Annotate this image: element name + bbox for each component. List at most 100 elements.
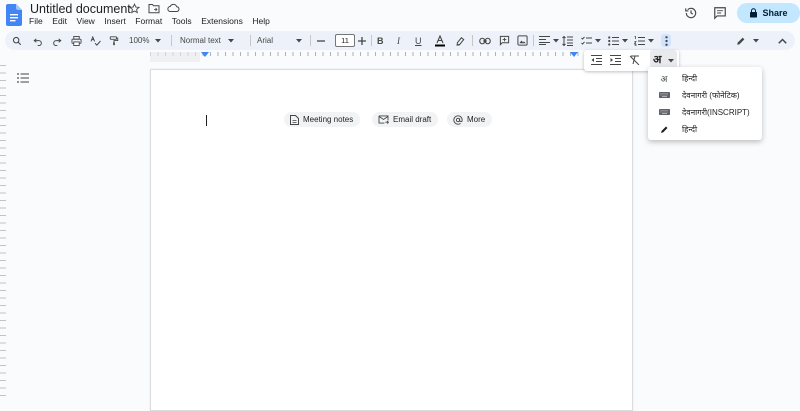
menu-extensions[interactable]: Extensions [201,16,243,26]
input-tool-label: देवनागरी(INSCRIPT) [682,107,750,117]
keyboard-icon [654,109,674,115]
editing-mode-select[interactable] [736,34,759,47]
version-history-icon[interactable] [684,6,698,20]
redo-icon[interactable] [52,34,62,47]
horizontal-ruler[interactable] [150,52,631,62]
checklist-select[interactable] [581,34,601,47]
search-menus-icon[interactable] [12,34,22,47]
chevron-down-icon [553,38,559,43]
clear-formatting-icon[interactable] [629,55,640,65]
left-indent-marker[interactable] [201,52,209,57]
font-size-input[interactable]: 11 [335,34,355,47]
bulleted-list-select[interactable] [608,34,628,47]
docs-logo-icon[interactable] [6,4,22,26]
app-header: Untitled document File Edit View Insert … [0,0,800,30]
insert-image-icon[interactable] [517,34,528,47]
chevron-down-icon [753,38,759,43]
main-toolbar: 100% Normal text Arial 11 B I U [5,31,795,50]
pencil-icon [654,125,674,134]
toolbar-divider [171,35,172,46]
insert-link-icon[interactable] [479,34,491,47]
chevron-down-icon [595,38,601,43]
checklist-icon [581,36,592,46]
chip-meeting-notes[interactable]: Meeting notes [284,112,361,127]
input-tools-glyph: अ [653,54,662,66]
bold-icon[interactable]: B [377,34,384,47]
numbered-list-icon [634,35,645,46]
toolbar-divider [250,35,251,46]
paint-format-icon[interactable] [109,34,119,47]
lock-icon [749,8,758,18]
increase-font-size-button[interactable] [358,34,366,47]
at-icon [453,114,463,125]
align-select[interactable] [539,34,559,47]
input-tool-devanagari-inscript[interactable]: देवनागरी(INSCRIPT) [648,104,762,120]
print-icon[interactable] [71,34,82,47]
chevron-down-icon [227,38,234,43]
chevron-down-icon [668,59,674,63]
share-label: Share [762,8,788,18]
toolbar-divider [310,35,311,46]
menu-edit[interactable]: Edit [52,16,67,26]
doc-icon [290,114,299,125]
input-tool-hindi-transliteration[interactable]: अ हिन्दी [648,70,762,86]
chevron-down-icon [296,38,303,43]
menu-bar: File Edit View Insert Format Tools Exten… [29,16,280,26]
vertical-ruler[interactable] [0,65,6,400]
text-color-icon[interactable] [434,34,446,47]
italic-icon[interactable]: I [397,34,400,47]
chip-label: Email draft [393,115,432,124]
numbered-list-select[interactable] [634,34,654,47]
decrease-font-size-button[interactable] [317,34,325,47]
menu-help[interactable]: Help [252,16,269,26]
style-value: Normal text [180,36,221,45]
document-title[interactable]: Untitled document [30,2,131,16]
add-comment-icon[interactable] [499,34,510,47]
bulleted-list-icon [608,35,619,46]
zoom-select[interactable]: 100% [129,34,162,47]
toolbar-divider [371,35,372,46]
menu-format[interactable]: Format [135,16,162,26]
mail-icon [378,115,389,124]
font-value: Arial [257,36,274,45]
document-outline-icon[interactable] [17,73,29,83]
align-left-icon [539,36,550,45]
menu-file[interactable]: File [29,16,43,26]
input-tool-label: देवनागरी (फोनेटिक) [682,90,740,100]
chip-more[interactable]: More [447,112,493,127]
highlight-color-icon[interactable] [455,34,466,47]
input-tool-devanagari-phonetic[interactable]: देवनागरी (फोनेटिक) [648,87,762,103]
keyboard-icon [654,92,674,98]
line-spacing-icon[interactable] [562,34,573,47]
input-tool-hindi-handwriting[interactable]: हिन्दी [648,121,762,137]
more-options-icon[interactable] [661,34,671,47]
spellcheck-icon[interactable] [90,34,101,47]
decrease-indent-icon[interactable] [591,55,602,65]
chevron-down-icon [622,38,628,43]
menu-tools[interactable]: Tools [172,16,192,26]
ruler-margin-shade [150,52,200,62]
chip-label: More [467,115,486,124]
collapse-menus-icon[interactable] [778,34,787,47]
undo-icon[interactable] [33,34,43,47]
cloud-saved-icon[interactable] [167,3,180,13]
increase-indent-icon[interactable] [610,55,621,65]
font-select[interactable]: Arial [257,34,303,47]
star-icon[interactable] [129,3,140,14]
text-cursor [206,115,207,126]
move-folder-icon[interactable] [148,3,160,14]
chip-email-draft[interactable]: Email draft [372,112,439,127]
comments-icon[interactable] [713,6,727,20]
toolbar-divider [533,35,534,46]
right-indent-marker[interactable] [570,52,578,57]
pencil-icon [736,36,746,46]
chevron-down-icon [648,38,654,43]
share-button[interactable]: Share [737,3,800,23]
underline-icon[interactable]: U [415,34,422,47]
input-tool-label: हिन्दी [682,124,698,134]
style-select[interactable]: Normal text [180,34,234,47]
toolbar-divider [472,35,473,46]
menu-view[interactable]: View [77,16,95,26]
ruler-ticks [150,52,631,62]
menu-insert[interactable]: Insert [104,16,125,26]
